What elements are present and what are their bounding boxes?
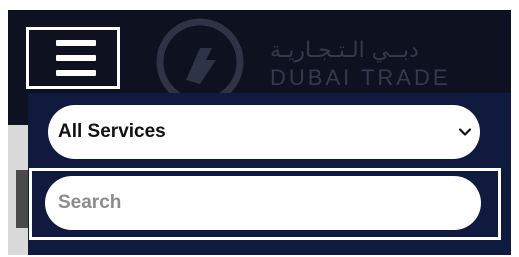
services-select-value: All Services — [58, 121, 166, 142]
services-select[interactable]: All Services — [48, 105, 480, 159]
mobile-menu-panel: All Services — [28, 93, 511, 255]
logo-latin-text: DUBAI TRADE — [270, 65, 451, 90]
logo-arabic-text: دبــي الـتـجـاريـة — [270, 38, 419, 63]
hamburger-menu-icon — [56, 40, 96, 46]
hamburger-menu-button[interactable] — [26, 27, 120, 89]
hamburger-bar — [56, 55, 96, 61]
hamburger-bar — [56, 70, 96, 76]
page-frame: دبــي الـتـجـاريـة DUBAI TRADE All Servi… — [8, 10, 511, 255]
search-input[interactable] — [45, 176, 481, 230]
chevron-down-icon — [458, 128, 472, 136]
